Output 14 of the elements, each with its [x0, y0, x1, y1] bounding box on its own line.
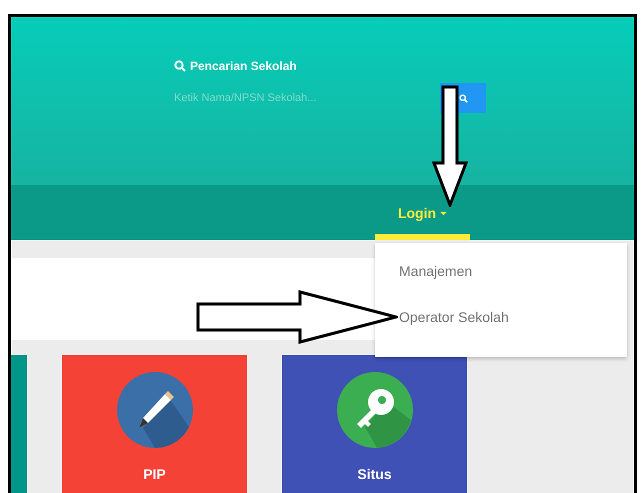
menu-item[interactable]: Manajemen: [375, 257, 627, 303]
search-label: Pencarian Sekolah: [190, 59, 297, 73]
search-icon: [458, 94, 468, 102]
search-icon: [174, 60, 186, 72]
key-icon: [336, 372, 412, 448]
search-field[interactable]: Ketik Nama/NPSN Sekolah...: [174, 92, 414, 104]
menu-tile[interactable]: [11, 355, 27, 493]
menu-item[interactable]: Operator Sekolah: [375, 303, 627, 349]
pencil-icon: [116, 372, 192, 448]
tile-title: PIP: [143, 466, 166, 482]
tile-title: Situs: [357, 466, 392, 482]
menu-tile[interactable]: Situs: [282, 355, 467, 493]
menu-tile[interactable]: PIP: [62, 355, 247, 493]
caret-icon: [440, 210, 448, 216]
